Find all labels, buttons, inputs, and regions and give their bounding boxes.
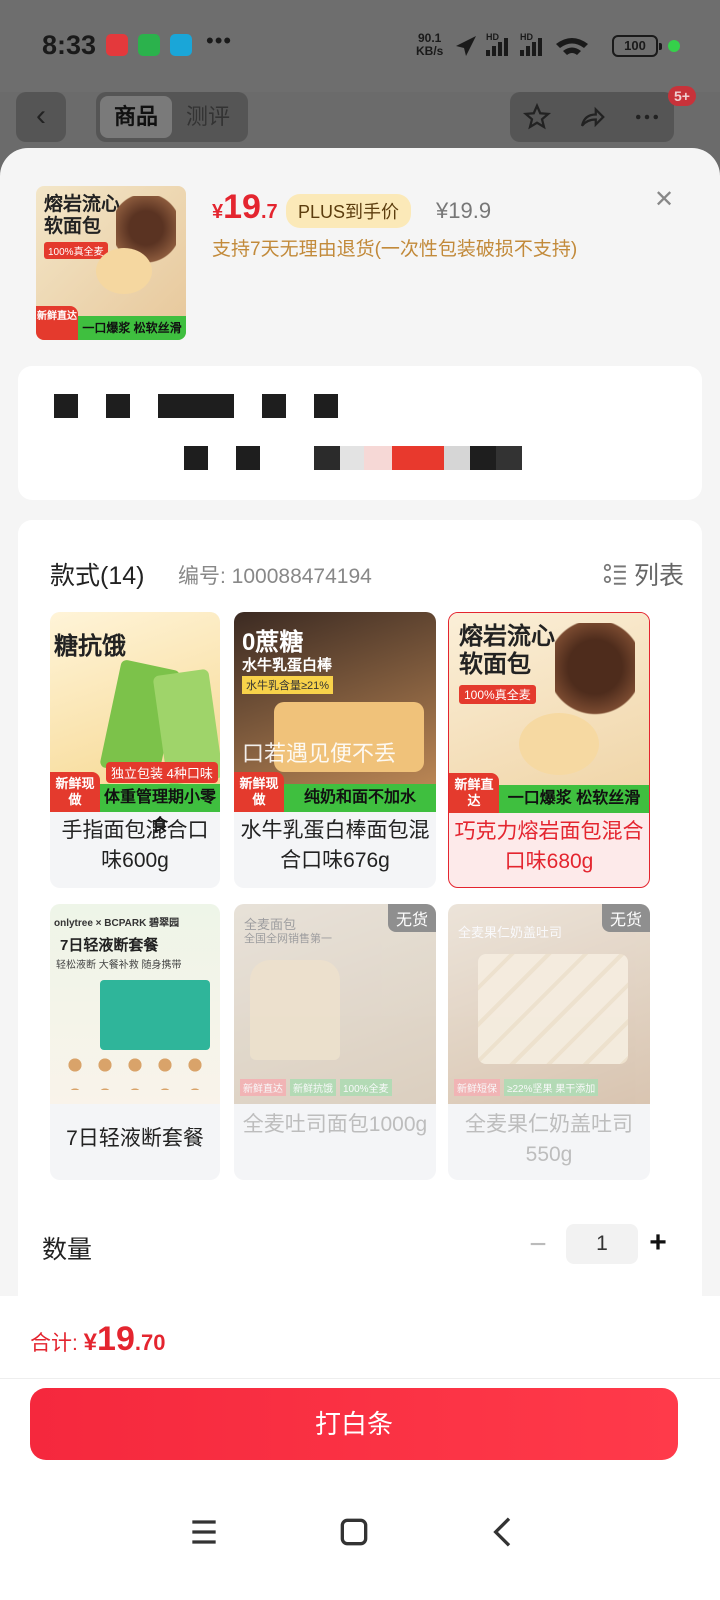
quantity-label: 数量 xyxy=(42,1236,93,1264)
variant-image: 全麦面包 全国全网销售第一 新鲜直达 新鲜抗饿 100%全麦 xyxy=(234,904,436,1104)
variant-name: 7日轻液断套餐 xyxy=(66,1127,204,1150)
redacted-block xyxy=(106,394,130,418)
variant-card-protein-bar[interactable]: 0蔗糖 水牛乳蛋白棒 水牛乳含量≥21% 口若遇见便不丢 新鲜现做 纯奶和面不加… xyxy=(234,612,436,888)
list-icon xyxy=(603,563,626,585)
redacted-block xyxy=(158,394,234,418)
more-icon[interactable] xyxy=(632,102,662,132)
redacted-block xyxy=(364,446,392,470)
tab-product[interactable]: 商品 xyxy=(100,96,172,138)
plus-price: ¥19.7 xyxy=(212,188,278,226)
message-count-badge: 5+ xyxy=(668,86,696,106)
svg-text:HD: HD xyxy=(520,32,533,42)
variant-image: 0蔗糖 水牛乳蛋白棒 水牛乳含量≥21% 口若遇见便不丢 新鲜现做 纯奶和面不加… xyxy=(234,612,436,812)
menu-icon[interactable] xyxy=(184,1512,224,1552)
plus-price-tag: PLUS到手价 xyxy=(286,194,412,228)
bread-image xyxy=(96,248,152,294)
jd-app-icon xyxy=(106,34,128,56)
status-time: 8:33 xyxy=(42,30,97,60)
redacted-address-card[interactable] xyxy=(18,366,702,500)
quantity-input[interactable]: 1 xyxy=(566,1224,638,1264)
variant-name: 水牛乳蛋白棒面包混合口味676g xyxy=(240,819,430,872)
tab-segment: 商品 测评 xyxy=(96,92,248,142)
product-page-nav: ‹ 商品 测评 5+ xyxy=(0,86,720,152)
quantity-decrease-button[interactable]: − xyxy=(520,1228,556,1264)
package-image xyxy=(100,980,210,1050)
shield-app-icon xyxy=(170,34,192,56)
network-speed: 90.1 KB/s xyxy=(416,31,444,58)
system-nav-bar xyxy=(0,1502,720,1562)
variant-card-finger-bread[interactable]: 糖抗饿 独立包装 4种口味 新鲜现做 体重管理期小零食 手指面包混合口味600g xyxy=(50,612,220,888)
redacted-block xyxy=(184,446,208,470)
thumb-tag: 100%真全麦 xyxy=(44,242,108,259)
variant-image: 糖抗饿 独立包装 4种口味 新鲜现做 体重管理期小零食 xyxy=(50,612,220,834)
checkout-footer: 合计: ¥19.70 打白条 xyxy=(0,1296,720,1600)
out-of-stock-badge: 无货 xyxy=(601,904,650,932)
variants-section: 款式(14) 编号: 100088474194 列表 糖抗饿 独立包装 4种口味… xyxy=(18,520,702,1300)
share-icon[interactable] xyxy=(577,102,607,132)
variant-card-chocolate-lava[interactable]: 熔岩流心 软面包 100%真全麦 新鲜直达 一口爆浆 松软丝滑 巧克力熔岩面包混… xyxy=(448,612,650,888)
more-notifications-icon: ••• xyxy=(206,28,233,53)
quantity-row: 数量 − 1 + xyxy=(18,1220,702,1280)
toast-image xyxy=(250,960,340,1060)
redacted-block xyxy=(496,446,522,470)
quantity-increase-button[interactable]: + xyxy=(640,1226,676,1262)
bread-image xyxy=(519,713,599,775)
wechat-app-icon xyxy=(138,34,160,56)
thumb-title: 熔岩流心 软面包 xyxy=(44,194,121,237)
redacted-block xyxy=(54,394,78,418)
status-bar: 8:33 ••• 90.1 KB/s HD HD 100 xyxy=(0,0,720,92)
total-price: 合计: ¥19.70 xyxy=(30,1320,166,1358)
product-header: 熔岩流心 软面包 100%真全麦 新鲜直达 一口爆浆 松软丝滑 ¥19.7 PL… xyxy=(0,148,720,358)
toast-image xyxy=(478,954,628,1064)
product-thumbnail: 熔岩流心 软面包 100%真全麦 新鲜直达 一口爆浆 松软丝滑 xyxy=(36,186,186,340)
list-view-button[interactable]: 列表 xyxy=(602,556,684,592)
redacted-block xyxy=(314,394,338,418)
variant-image: 全麦果仁奶盖吐司 新鲜短保 ≥22%坚果 果干添加 xyxy=(448,904,650,1104)
variant-image: 熔岩流心 软面包 100%真全麦 新鲜直达 一口爆浆 松软丝滑 xyxy=(449,613,649,813)
variant-name: 手指面包混合口味600g xyxy=(61,819,209,872)
variant-name: 全麦吐司面包1000g xyxy=(242,1113,428,1136)
home-icon[interactable] xyxy=(334,1512,374,1552)
variant-card-nut-cream-toast[interactable]: 全麦果仁奶盖吐司 新鲜短保 ≥22%坚果 果干添加 无货 全麦果仁奶盖吐司550… xyxy=(448,904,650,1180)
variant-card-wholewheat-toast[interactable]: 全麦面包 全国全网销售第一 新鲜直达 新鲜抗饿 100%全麦 无货 全麦吐司面包… xyxy=(234,904,436,1180)
thumb-fresh-badge: 新鲜直达 xyxy=(36,306,78,340)
divider xyxy=(0,1378,720,1379)
variants-title: 款式(14) xyxy=(50,562,145,590)
nav-actions xyxy=(510,92,674,142)
redacted-block xyxy=(236,446,260,470)
out-of-stock-badge: 无货 xyxy=(387,904,436,932)
privacy-dot xyxy=(668,40,680,52)
variant-name: 巧克力熔岩面包混合口味680g xyxy=(454,820,644,873)
return-policy-note: 支持7天无理由退货(一次性包装破损不支持) xyxy=(212,239,578,260)
redacted-block xyxy=(392,446,444,470)
redacted-block xyxy=(444,446,470,470)
favorite-star-icon[interactable] xyxy=(522,102,552,132)
variant-card-liquid-diet[interactable]: onlytree × BCPARK 碧翠园 7日轻液断套餐 轻松液断 大餐补救 … xyxy=(50,904,220,1180)
close-icon[interactable]: ✕ xyxy=(652,188,676,212)
variant-image: onlytree × BCPARK 碧翠园 7日轻液断套餐 轻松液断 大餐补救 … xyxy=(50,904,220,1104)
svg-text:HD: HD xyxy=(486,32,499,42)
tab-review[interactable]: 测评 xyxy=(172,96,244,138)
original-price: ¥19.9 xyxy=(436,198,492,223)
redacted-block xyxy=(262,394,286,418)
product-code: 编号: 100088474194 xyxy=(178,565,372,588)
redacted-block xyxy=(470,446,496,470)
redacted-block xyxy=(340,446,364,470)
food-image xyxy=(60,1050,210,1090)
back-button[interactable]: ‹ xyxy=(16,92,66,142)
battery-indicator: 100 xyxy=(612,35,662,57)
variant-name: 全麦果仁奶盖吐司550g xyxy=(465,1113,633,1166)
redacted-block xyxy=(314,446,340,470)
baitiao-pay-button[interactable]: 打白条 xyxy=(30,1388,678,1460)
back-icon[interactable] xyxy=(484,1512,524,1552)
thumb-strip: 一口爆浆 松软丝滑 xyxy=(78,316,186,340)
